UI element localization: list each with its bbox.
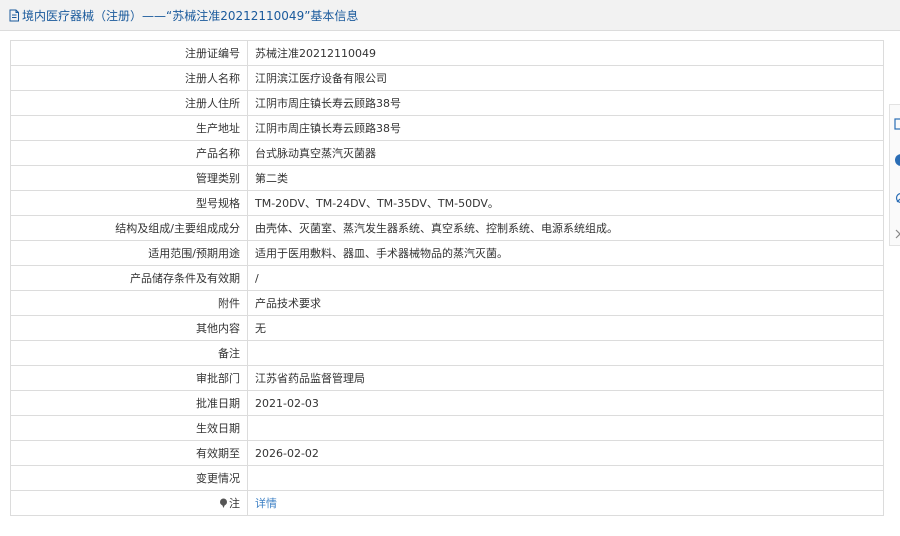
table-row: 结构及组成/主要组成成分 由壳体、灭菌室、蒸汽发生器系统、真空系统、控制系统、电源… [10,215,884,241]
row-label: 生效日期 [10,415,248,441]
table-row: 注册证编号 苏械注准20212110049 [10,40,884,66]
row-value: TM-20DV、TM-24DV、TM-35DV、TM-50DV。 [247,190,884,216]
row-value: 无 [247,315,884,341]
info-table-container: 注册证编号 苏械注准20212110049 注册人名称 江阴滨江医疗设备有限公司 注册人… [10,40,884,516]
table-row: 变更情况 [10,465,884,491]
row-label: 备注 [10,340,248,366]
details-link[interactable]: 详情 [255,497,277,510]
row-label: 产品储存条件及有效期 [10,265,248,291]
table-row: 审批部门 江苏省药品监督管理局 [10,365,884,391]
table-row: 生产地址 江阴市周庄镇长寿云顾路38号 [10,115,884,141]
row-label: 管理类别 [10,165,248,191]
row-value: 第二类 [247,165,884,191]
row-value: 台式脉动真空蒸汽灭菌器 [247,140,884,166]
table-row: 批准日期 2021-02-03 [10,390,884,416]
row-label: 注册证编号 [10,40,248,66]
table-row: 注册人名称 江阴滨江医疗设备有限公司 [10,65,884,91]
table-row: 型号规格 TM-20DV、TM-24DV、TM-35DV、TM-50DV。 [10,190,884,216]
row-value: 江阴市周庄镇长寿云顾路38号 [247,115,884,141]
row-label: 审批部门 [10,365,248,391]
row-label: 结构及组成/主要组成成分 [10,215,248,241]
table-row: 生效日期 [10,415,884,441]
side-toolbar [889,104,900,246]
info-icon[interactable] [894,153,900,167]
row-label: 批准日期 [10,390,248,416]
row-value: 2026-02-02 [247,440,884,466]
table-row: 注册人住所 江阴市周庄镇长寿云顾路38号 [10,90,884,116]
row-value [247,415,884,441]
row-label: 适用范围/预期用途 [10,240,248,266]
table-row-note: 注 详情 [10,490,884,516]
note-label: 注 [229,497,240,510]
window-icon[interactable] [894,117,900,131]
table-row: 产品名称 台式脉动真空蒸汽灭菌器 [10,140,884,166]
row-value: 苏械注准20212110049 [247,40,884,66]
row-label: 变更情况 [10,465,248,491]
table-row: 管理类别 第二类 [10,165,884,191]
row-value: 江阴市周庄镇长寿云顾路38号 [247,90,884,116]
page-title: 境内医疗器械（注册）——“苏械注准20212110049”基本信息 [22,8,359,23]
row-value [247,465,884,491]
page-header: 境内医疗器械（注册）——“苏械注准20212110049”基本信息 [0,0,900,31]
row-value: 产品技术要求 [247,290,884,316]
copy-icon[interactable] [894,191,900,205]
pin-icon [220,498,227,508]
table-row: 有效期至 2026-02-02 [10,440,884,466]
row-label: 有效期至 [10,440,248,466]
document-icon [9,9,19,21]
table-row: 产品储存条件及有效期 / [10,265,884,291]
row-label: 注册人名称 [10,65,248,91]
table-row: 备注 [10,340,884,366]
row-value: 适用于医用敷料、器皿、手术器械物品的蒸汽灭菌。 [247,240,884,266]
row-label: 生产地址 [10,115,248,141]
info-table: 注册证编号 苏械注准20212110049 注册人名称 江阴滨江医疗设备有限公司 注册人… [10,40,884,516]
note-value-cell: 详情 [247,490,884,516]
row-value: 江苏省药品监督管理局 [247,365,884,391]
row-value: 2021-02-03 [247,390,884,416]
row-label: 附件 [10,290,248,316]
row-label: 型号规格 [10,190,248,216]
row-label: 其他内容 [10,315,248,341]
table-row: 其他内容无 [10,315,884,341]
row-value [247,340,884,366]
row-label: 注册人住所 [10,90,248,116]
row-value: 由壳体、灭菌室、蒸汽发生器系统、真空系统、控制系统、电源系统组成。 [247,215,884,241]
note-label-cell: 注 [10,490,248,516]
table-row: 适用范围/预期用途 适用于医用敷料、器皿、手术器械物品的蒸汽灭菌。 [10,240,884,266]
row-value: 江阴滨江医疗设备有限公司 [247,65,884,91]
close-icon[interactable] [894,227,900,241]
row-label: 产品名称 [10,140,248,166]
row-value: / [247,265,884,291]
table-row: 附件 产品技术要求 [10,290,884,316]
